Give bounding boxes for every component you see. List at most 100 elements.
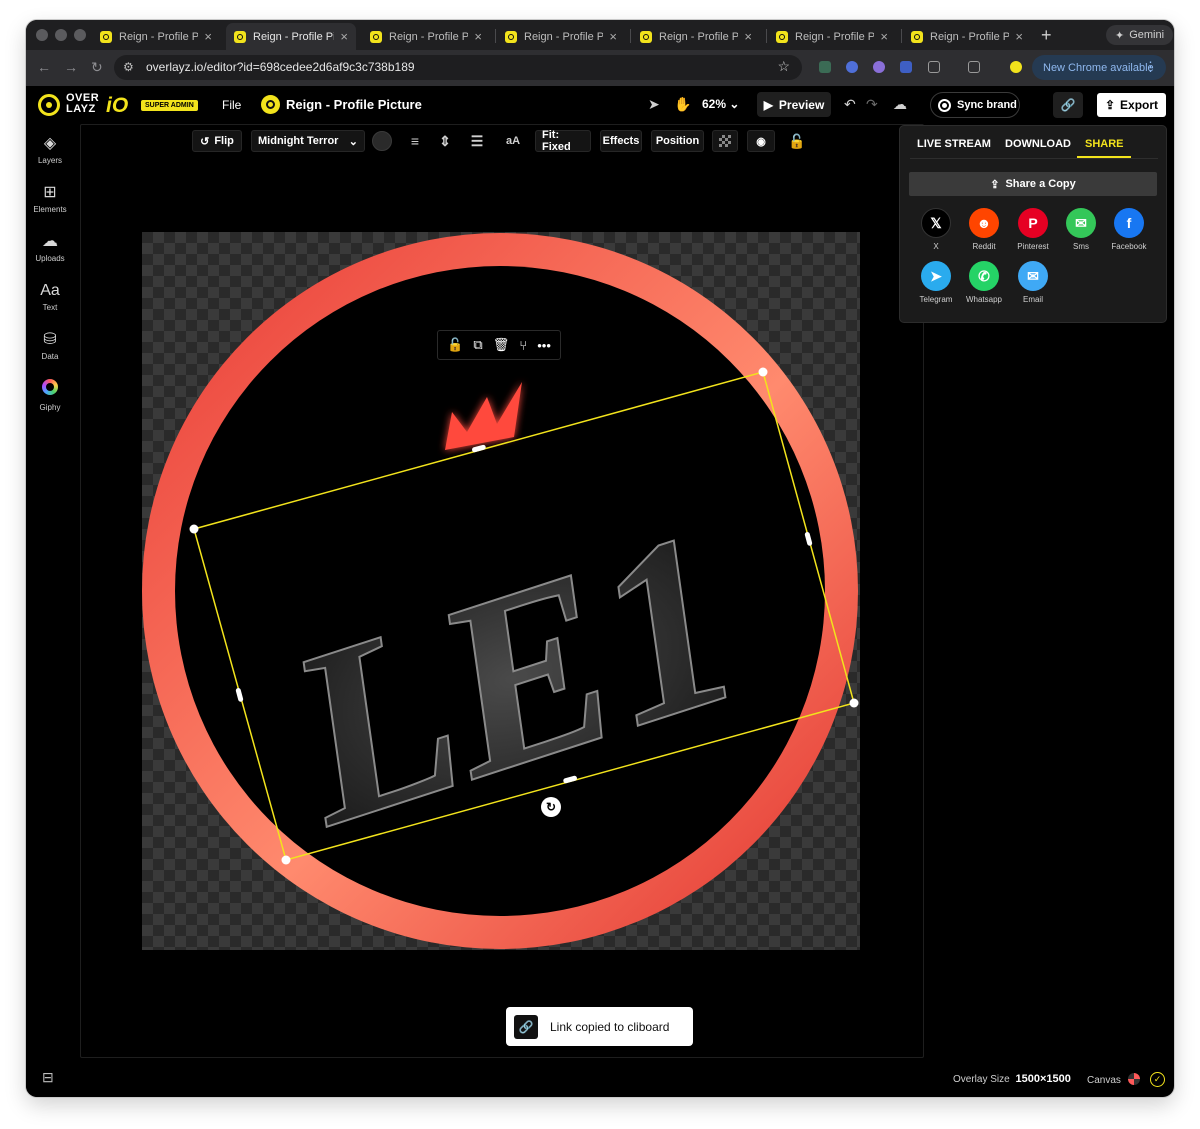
sidebar-item-uploads[interactable]: ☁ Uploads bbox=[26, 232, 74, 263]
preview-button[interactable]: ▶ Preview bbox=[757, 92, 831, 117]
more-vert-icon[interactable]: ⋮ bbox=[1144, 59, 1157, 75]
tab-live-stream[interactable]: LIVE STREAM bbox=[917, 138, 991, 150]
branch-icon[interactable]: ⑂ bbox=[519, 338, 527, 353]
share-target-x[interactable]: 𝕏 X bbox=[912, 208, 960, 251]
sidebar-item-data[interactable]: ⛁ Data bbox=[26, 330, 74, 361]
file-menu[interactable]: File bbox=[222, 98, 241, 112]
share-target-pinterest[interactable]: P Pinterest bbox=[1009, 208, 1057, 251]
resize-handle-corner[interactable] bbox=[758, 367, 768, 377]
forward-icon[interactable]: → bbox=[64, 59, 78, 75]
gemini-button[interactable]: ✦ Gemini bbox=[1106, 25, 1174, 45]
share-target-reddit[interactable]: ☻ Reddit bbox=[960, 208, 1008, 251]
back-icon[interactable]: ← bbox=[37, 59, 51, 75]
bookmark-star-icon[interactable]: ☆ bbox=[777, 58, 790, 75]
extension-icon[interactable] bbox=[819, 61, 831, 73]
chrome-update-label: New Chrome available bbox=[1043, 61, 1154, 74]
browser-tab[interactable]: Reign - Profile Picture × bbox=[768, 23, 896, 50]
check-circle-icon[interactable]: ✓ bbox=[1150, 1072, 1165, 1087]
close-icon[interactable]: × bbox=[880, 29, 888, 44]
sidebar-item-layers[interactable]: ◈ Layers bbox=[26, 134, 74, 165]
extension-icon[interactable] bbox=[846, 61, 858, 73]
reload-icon[interactable]: ↻ bbox=[91, 59, 103, 76]
browser-tab[interactable]: Reign - Profile Picture × bbox=[632, 23, 760, 50]
share-target-sms[interactable]: ✉ Sms bbox=[1057, 208, 1105, 251]
browser-tab[interactable]: Reign - Profile Picture × bbox=[497, 23, 625, 50]
sync-brand-button[interactable]: Sync brand bbox=[930, 92, 1020, 118]
align-center-icon[interactable]: ≡ bbox=[402, 130, 428, 152]
browser-tab-active[interactable]: Reign - Profile Picture × bbox=[226, 23, 356, 50]
tab-download[interactable]: DOWNLOAD bbox=[1005, 138, 1071, 150]
close-window-button[interactable] bbox=[36, 29, 48, 41]
hand-tool-icon[interactable]: ✋ bbox=[674, 96, 691, 113]
text-color-swatch[interactable] bbox=[372, 131, 392, 151]
tab-share[interactable]: SHARE bbox=[1085, 138, 1124, 150]
close-icon[interactable]: × bbox=[1015, 29, 1023, 44]
close-icon[interactable]: × bbox=[609, 29, 617, 44]
telegram-icon: ➤ bbox=[921, 261, 951, 291]
resize-handle-corner[interactable] bbox=[849, 698, 859, 708]
transparency-button[interactable] bbox=[712, 130, 738, 152]
briefcase-icon[interactable]: ⊟ bbox=[42, 1069, 54, 1086]
reading-list-icon[interactable] bbox=[968, 61, 980, 73]
visibility-button[interactable]: ◉ bbox=[747, 130, 775, 152]
flip-button[interactable]: ↺ Flip bbox=[192, 130, 242, 152]
sidebar-item-text[interactable]: Aa Text bbox=[26, 281, 74, 312]
redo-icon[interactable]: ↷ bbox=[866, 96, 878, 113]
sidebar-item-label: Uploads bbox=[35, 254, 65, 263]
effects-button[interactable]: Effects bbox=[600, 130, 642, 152]
unlock-icon[interactable]: 🔓 bbox=[447, 337, 463, 353]
resize-handle-corner[interactable] bbox=[189, 524, 199, 534]
trash-icon[interactable]: 🗑 bbox=[493, 337, 510, 353]
undo-icon[interactable]: ↶ bbox=[844, 96, 856, 113]
close-icon[interactable]: × bbox=[744, 29, 752, 44]
text-case-button[interactable]: aA bbox=[500, 130, 526, 152]
duplicate-icon[interactable]: ⧉ bbox=[473, 337, 482, 353]
export-button[interactable]: ⇪ Export bbox=[1097, 93, 1166, 117]
pointer-tool-icon[interactable]: ➤ bbox=[648, 96, 660, 113]
profile-avatar-icon[interactable] bbox=[1010, 61, 1022, 73]
chrome-update-button[interactable]: New Chrome available ⋮ bbox=[1032, 55, 1166, 80]
more-horizontal-icon[interactable]: ••• bbox=[537, 338, 551, 353]
app-header: OVER LAYZ iO SUPER ADMIN File Reign - Pr… bbox=[26, 86, 1174, 124]
browser-tab[interactable]: Reign - Profile Picture × bbox=[92, 23, 220, 50]
browser-tab[interactable]: Reign - Profile Picture × bbox=[362, 23, 490, 50]
text-case-label: aA bbox=[505, 135, 521, 147]
minimize-window-button[interactable] bbox=[55, 29, 67, 41]
maximize-window-button[interactable] bbox=[74, 29, 86, 41]
new-tab-button[interactable]: + bbox=[1041, 25, 1052, 46]
share-a-copy-button[interactable]: ⇪ Share a Copy bbox=[909, 172, 1157, 196]
position-button[interactable]: Position bbox=[651, 130, 704, 152]
share-target-email[interactable]: ✉ Email bbox=[1009, 261, 1057, 304]
tab-separator bbox=[901, 29, 902, 43]
overlayz-logo-icon[interactable] bbox=[38, 94, 60, 116]
canvas-status[interactable]: Canvas bbox=[1087, 1073, 1140, 1086]
sidebar-item-giphy[interactable]: Giphy bbox=[26, 379, 74, 412]
extension-icon[interactable] bbox=[900, 61, 912, 73]
site-settings-icon[interactable]: ⚙ bbox=[123, 60, 134, 74]
fit-mode-button[interactable]: Fit: Fixed bbox=[535, 129, 591, 153]
copy-link-button[interactable]: 🔗 bbox=[1053, 92, 1083, 118]
url-bar[interactable]: ⚙ overlayz.io/editor?id=698cedee2d6af9c3… bbox=[114, 55, 802, 80]
lock-icon[interactable]: 🔓 bbox=[784, 130, 810, 152]
close-icon[interactable]: × bbox=[474, 29, 482, 44]
toast-notification: 🔗 Link copied to cliboard bbox=[506, 1007, 693, 1046]
share-target-telegram[interactable]: ➤ Telegram bbox=[912, 261, 960, 304]
canvas-label: Canvas bbox=[1087, 1075, 1121, 1086]
zoom-value: 62% bbox=[702, 97, 727, 111]
font-select[interactable]: Midnight Terror ⌄ bbox=[251, 130, 365, 152]
vertical-align-icon[interactable]: ⇕ bbox=[432, 130, 458, 152]
share-target-whatsapp[interactable]: ✆ Whatsapp bbox=[960, 261, 1008, 304]
close-icon[interactable]: × bbox=[204, 29, 212, 44]
zoom-dropdown[interactable]: 62% ⌄ bbox=[702, 97, 739, 111]
rotate-handle-icon[interactable]: ↻ bbox=[541, 797, 561, 817]
line-spacing-icon[interactable]: ☰ bbox=[464, 130, 490, 152]
close-icon[interactable]: × bbox=[340, 29, 348, 44]
sidebar-item-elements[interactable]: ⊞ Elements bbox=[26, 183, 74, 214]
browser-tab[interactable]: Reign - Profile Picture × bbox=[903, 23, 1031, 50]
extension-icon[interactable] bbox=[873, 61, 885, 73]
project-title[interactable]: Reign - Profile Picture bbox=[286, 97, 422, 112]
share-target-facebook[interactable]: f Facebook bbox=[1105, 208, 1153, 251]
resize-handle-corner[interactable] bbox=[281, 855, 291, 865]
extensions-puzzle-icon[interactable] bbox=[928, 61, 940, 73]
fit-label: Fit: Fixed bbox=[542, 129, 571, 153]
